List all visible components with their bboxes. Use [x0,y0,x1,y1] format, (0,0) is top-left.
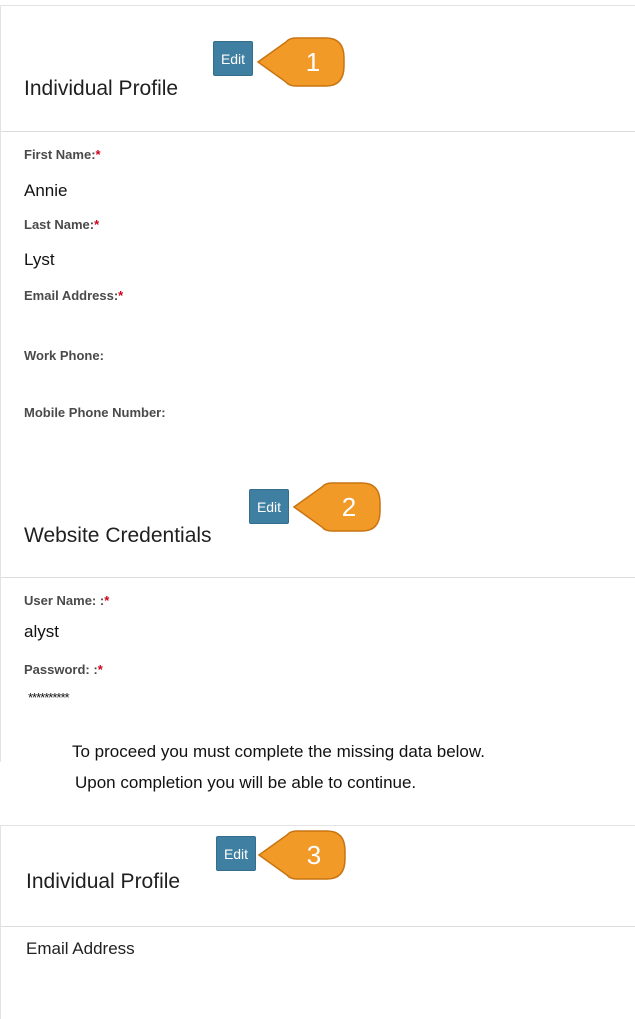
callout-number: 2 [342,492,356,522]
section-title-individual-profile: Individual Profile [26,870,181,893]
email-address-missing-label: Email Address [26,939,135,958]
missing-data-panel: Edit 3 Individual Profile Email Address [0,825,635,1019]
section-title-website-credentials: Website Credentials [24,524,212,547]
divider [1,577,635,578]
user-name-label: User Name: :* [24,593,110,608]
work-phone-label: Work Phone: [24,348,104,363]
email-address-label: Email Address:* [24,288,124,303]
callout-2: 2 [292,479,384,535]
first-name-value: Annie [24,181,68,200]
callout-1: 1 [256,34,348,90]
edit-website-credentials-button[interactable]: Edit [249,489,289,524]
password-label: Password: :* [24,662,103,677]
last-name-label: Last Name:* [24,217,100,232]
edit-individual-profile-button[interactable]: Edit [213,41,253,76]
profile-panel: Edit 1 Individual Profile First Name:* A… [0,5,635,762]
divider [1,131,635,132]
notice-line-2: Upon completion you will be able to cont… [75,773,417,792]
callout-arrow-icon: 3 [257,830,346,880]
password-value: ********** [28,690,70,705]
divider [1,926,635,927]
user-name-value: alyst [24,622,59,641]
callout-arrow-icon: 1 [256,37,345,87]
callout-number: 3 [307,840,321,870]
section-title-individual-profile: Individual Profile [24,77,179,100]
notice-line-1: To proceed you must complete the missing… [72,742,485,761]
first-name-label: First Name:* [24,147,101,162]
callout-number: 1 [306,47,320,77]
callout-3: 3 [257,827,349,883]
mobile-phone-label: Mobile Phone Number: [24,405,166,420]
last-name-value: Lyst [24,250,55,269]
callout-arrow-icon: 2 [292,482,381,532]
edit-individual-profile-button[interactable]: Edit [216,836,256,871]
